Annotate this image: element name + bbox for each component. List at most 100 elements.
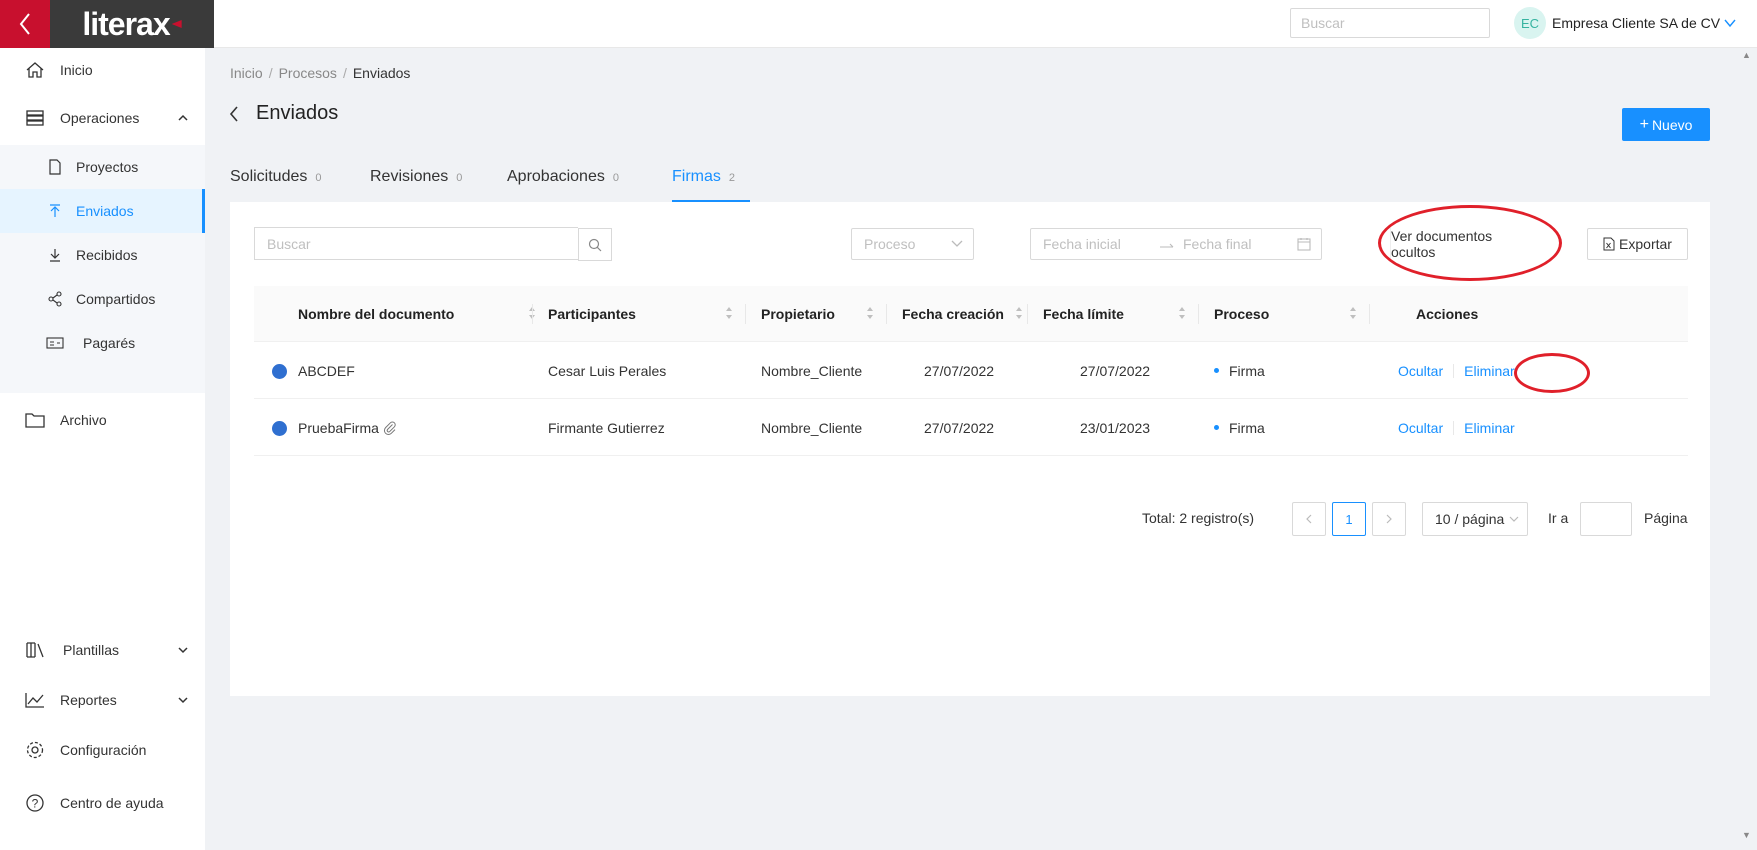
created-date-cell: 27/07/2022	[924, 419, 995, 436]
process-dot	[1214, 368, 1219, 373]
scroll-up-arrow[interactable]: ▲	[1742, 50, 1751, 60]
status-dot	[272, 364, 287, 379]
doc-name-cell[interactable]: ABCDEF	[298, 342, 355, 399]
server-icon	[24, 107, 46, 129]
sidebar-item-proyectos[interactable]: Proyectos	[0, 145, 205, 189]
sidebar-item-label: Inicio	[60, 62, 93, 78]
column-header-propietario[interactable]: Propietario	[761, 286, 886, 342]
column-label: Fecha creación	[902, 306, 1004, 322]
column-divider	[886, 304, 887, 324]
hide-link[interactable]: Ocultar	[1398, 363, 1443, 379]
column-divider	[745, 304, 746, 324]
goto-page-input[interactable]	[1580, 502, 1632, 536]
chevron-right-icon	[1386, 514, 1392, 524]
sidebar-item-compartidos[interactable]: Compartidos	[0, 277, 205, 321]
logo-mark	[171, 20, 182, 28]
back-nav-button[interactable]	[0, 0, 50, 48]
sidebar-item-reportes[interactable]: Reportes	[0, 678, 205, 722]
column-divider	[532, 304, 533, 324]
column-header-nombre[interactable]: Nombre del documento	[298, 286, 548, 342]
global-search-input[interactable]	[1301, 15, 1482, 31]
tab-revisiones[interactable]: Revisiones 0	[370, 168, 462, 186]
user-menu[interactable]: EC Empresa Cliente SA de CV	[1514, 7, 1736, 39]
column-divider	[1198, 304, 1199, 324]
arrow-right-icon	[1160, 243, 1174, 248]
sidebar-item-label: Centro de ayuda	[60, 795, 164, 811]
global-search[interactable]	[1290, 8, 1490, 38]
breadcrumb-separator: /	[268, 65, 273, 81]
doc-search-button[interactable]	[578, 228, 612, 261]
column-header-fecha-limite[interactable]: Fecha límite	[1043, 286, 1198, 342]
delete-link[interactable]: Eliminar	[1464, 363, 1515, 379]
pagination-total: Total: 2 registro(s)	[1142, 510, 1255, 526]
chevron-down-icon	[178, 697, 188, 704]
export-button[interactable]: Exportar	[1587, 228, 1688, 260]
new-button-label: Nuevo	[1651, 116, 1693, 133]
search-icon	[588, 238, 602, 251]
sort-icon	[726, 307, 732, 319]
doc-name-cell[interactable]: PruebaFirma	[298, 399, 397, 456]
tab-count: 0	[315, 172, 322, 184]
column-header-proceso[interactable]: Proceso	[1214, 286, 1369, 342]
documents-table: Nombre del documento Participantes Propi…	[254, 286, 1688, 456]
date-range-picker[interactable]: Fecha inicial Fecha final	[1030, 228, 1322, 260]
tab-solicitudes[interactable]: Solicitudes 0	[230, 168, 322, 186]
created-date-cell: 27/07/2022	[924, 362, 995, 379]
delete-link[interactable]: Eliminar	[1464, 420, 1515, 436]
column-header-fecha-creacion[interactable]: Fecha creación	[902, 286, 1027, 342]
doc-search	[254, 227, 612, 261]
sidebar-item-recibidos[interactable]: Recibidos	[0, 233, 205, 277]
gear-icon	[24, 739, 46, 761]
chevron-down-icon	[1509, 516, 1519, 522]
process-select-placeholder: Proceso	[864, 236, 916, 252]
tab-aprobaciones[interactable]: Aprobaciones 0	[507, 168, 619, 186]
actions-cell: Ocultar Eliminar	[1398, 342, 1515, 399]
column-header-participantes[interactable]: Participantes	[548, 286, 745, 342]
column-divider	[1027, 304, 1028, 324]
sidebar-item-inicio[interactable]: Inicio	[0, 48, 205, 92]
svg-text:?: ?	[32, 797, 39, 811]
sidebar-item-configuracion[interactable]: Configuración	[0, 728, 205, 772]
new-button[interactable]: + Nuevo	[1622, 108, 1710, 141]
process-select[interactable]: Proceso	[851, 228, 974, 260]
process-label: Firma	[1229, 362, 1265, 379]
next-page-button[interactable]	[1372, 502, 1406, 536]
sidebar-item-label: Archivo	[60, 412, 107, 428]
hide-link[interactable]: Ocultar	[1398, 420, 1443, 436]
breadcrumb-separator: /	[342, 65, 347, 81]
column-label: Propietario	[761, 306, 835, 322]
documents-panel: Proceso Fecha inicial Fecha final Ver do…	[230, 202, 1710, 696]
goto-label: Ir a	[1548, 510, 1569, 526]
logo[interactable]: literax	[50, 0, 214, 48]
doc-search-input[interactable]	[254, 227, 578, 260]
library-icon	[24, 639, 46, 661]
page-button-current[interactable]: 1	[1332, 502, 1366, 536]
tab-firmas[interactable]: Firmas 2	[672, 168, 735, 186]
excel-icon	[1603, 237, 1615, 251]
tab-count: 0	[612, 172, 619, 184]
upload-icon	[46, 202, 64, 220]
date-end-placeholder: Fecha final	[1183, 236, 1252, 252]
sidebar-item-operaciones[interactable]: Operaciones	[0, 96, 205, 140]
breadcrumb: Inicio / Procesos / Enviados	[230, 65, 410, 81]
scroll-down-arrow[interactable]: ▼	[1742, 830, 1751, 840]
top-bar: literax EC Empresa Cliente SA de CV	[0, 0, 1757, 48]
table-row[interactable]: ABCDEF Cesar Luis Perales Nombre_Cliente…	[254, 342, 1688, 399]
view-hidden-docs-button[interactable]: Ver documentos ocultos	[1390, 228, 1538, 260]
sidebar-item-label: Compartidos	[76, 291, 156, 307]
page-size-select[interactable]: 10 / página	[1422, 502, 1528, 536]
chevron-down-icon	[178, 647, 188, 654]
chevron-down-icon	[951, 240, 963, 247]
sidebar-item-centro-ayuda[interactable]: ? Centro de ayuda	[0, 781, 205, 825]
column-label: Participantes	[548, 306, 636, 322]
prev-page-button[interactable]	[1292, 502, 1326, 536]
breadcrumb-item-procesos[interactable]: Procesos	[279, 65, 337, 81]
table-row[interactable]: PruebaFirma Firmante Gutierrez Nombre_Cl…	[254, 399, 1688, 456]
breadcrumb-item-inicio[interactable]: Inicio	[230, 65, 263, 81]
sidebar-item-plantillas[interactable]: Plantillas	[0, 628, 205, 672]
sidebar-item-archivo[interactable]: Archivo	[0, 398, 205, 442]
chevron-left-icon[interactable]	[228, 105, 240, 123]
sidebar-item-pagares[interactable]: Pagarés	[0, 321, 205, 365]
sidebar-item-enviados[interactable]: Enviados	[0, 189, 205, 233]
column-header-acciones: Acciones	[1416, 286, 1586, 342]
